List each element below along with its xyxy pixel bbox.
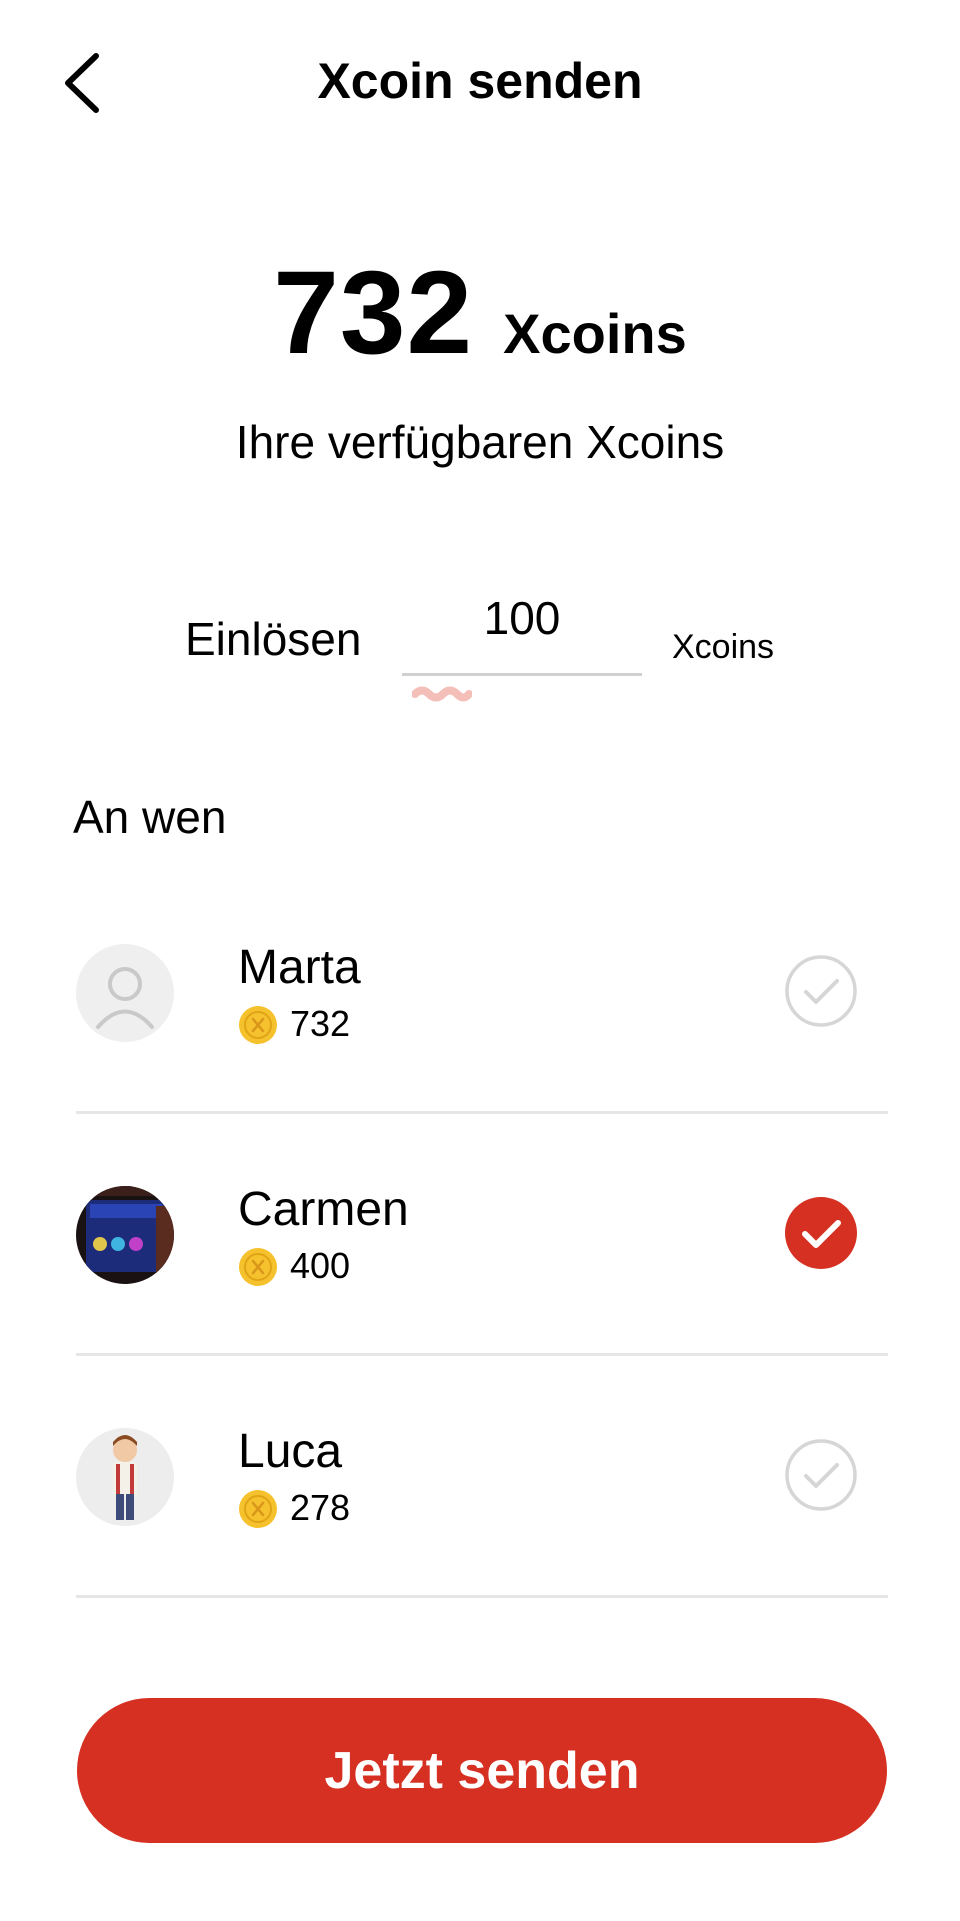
divider	[76, 1353, 888, 1356]
redeem-amount-input[interactable]	[402, 580, 642, 676]
recipient-coin-count: 400	[290, 1245, 351, 1286]
recipient-name: Carmen	[238, 1183, 409, 1236]
default-avatar-icon	[76, 944, 174, 1042]
balance-amount: 732	[273, 247, 474, 379]
recipient-coin-count: 732	[290, 1003, 351, 1044]
balance-display: 732 Xcoins	[0, 245, 960, 381]
recipient-row-carmen[interactable]: Carmen 400	[0, 1142, 960, 1382]
recipient-name: Luca	[238, 1425, 343, 1478]
recipient-coin-count: 278	[290, 1487, 351, 1528]
divider	[76, 1595, 888, 1598]
xcoin-icon	[239, 1248, 277, 1286]
xcoin-icon	[239, 1006, 277, 1044]
redeem-unit: Xcoins	[672, 628, 775, 666]
recipients-label: An wen	[73, 791, 227, 843]
check-circle-outline-icon[interactable]	[784, 1438, 858, 1512]
send-now-button[interactable]: Jetzt senden	[77, 1698, 887, 1843]
watch-photo-avatar	[76, 1186, 174, 1284]
header: Xcoin senden	[0, 0, 960, 170]
recipient-name: Marta	[238, 941, 361, 994]
recipient-row-luca[interactable]: Luca 278	[0, 1384, 960, 1624]
page-title: Xcoin senden	[317, 53, 643, 109]
cartoon-boy-avatar	[76, 1428, 174, 1526]
balance-label: Ihre verfügbaren Xcoins	[235, 416, 725, 468]
balance-unit: Xcoins	[503, 302, 687, 365]
check-circle-filled-icon[interactable]	[784, 1196, 858, 1270]
divider	[76, 1111, 888, 1114]
check-circle-outline-icon[interactable]	[784, 954, 858, 1028]
spellcheck-underline	[412, 686, 472, 702]
recipient-row-marta[interactable]: Marta 732	[0, 900, 960, 1140]
xcoin-icon	[239, 1490, 277, 1528]
redeem-label: Einlösen	[185, 613, 362, 665]
